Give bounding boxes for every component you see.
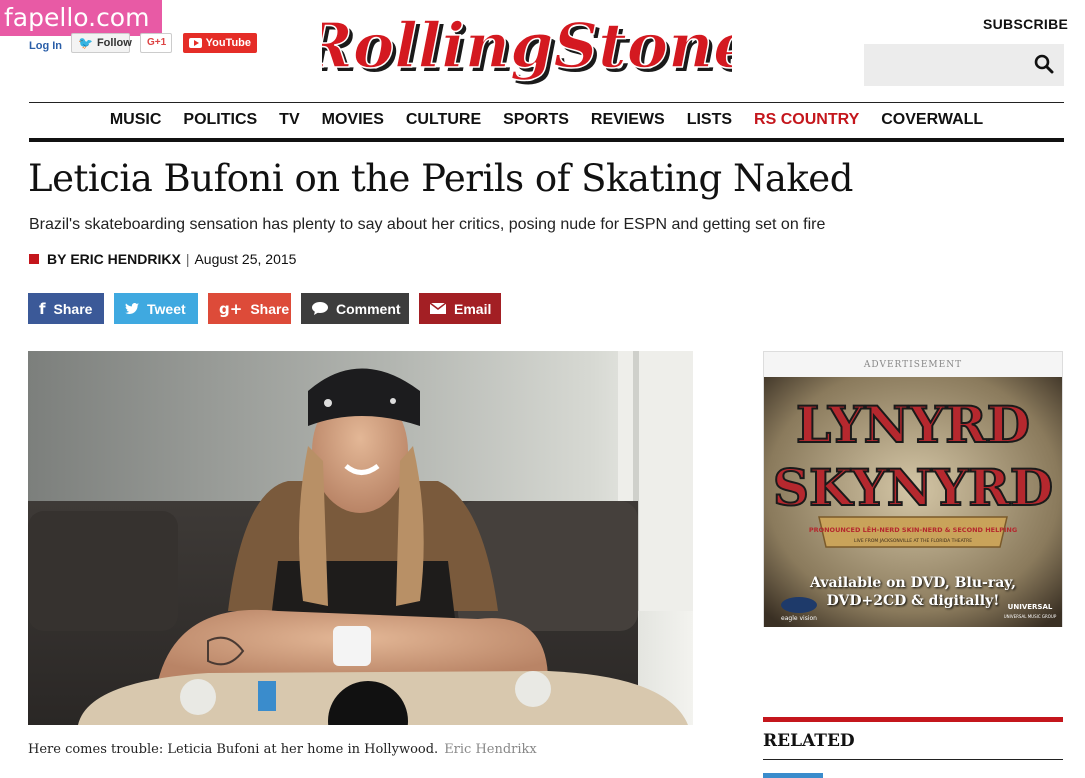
related-accent-bar xyxy=(763,717,1063,722)
site-logo[interactable]: RollingStone RollingStone xyxy=(299,3,757,89)
youtube-subscribe-button[interactable]: YouTube xyxy=(183,33,257,53)
youtube-icon xyxy=(189,38,202,48)
nav-item-rs-country[interactable]: RS COUNTRY xyxy=(743,103,870,139)
twitter-follow-button[interactable]: 🐦 Follow xyxy=(71,33,132,53)
twitter-follow-label: Follow xyxy=(96,37,132,49)
youtube-label: YouTube xyxy=(205,37,251,49)
nav-item-tv[interactable]: TV xyxy=(268,103,310,139)
byline: BY ERIC HENDRIKX | August 25, 2015 xyxy=(29,251,296,267)
email-share-button[interactable]: Email xyxy=(419,293,501,324)
image-caption: Here comes trouble: Leticia Bufoni at he… xyxy=(28,742,537,757)
watermark: fapello.com xyxy=(0,0,162,36)
nav-item-music[interactable]: MUSIC xyxy=(99,103,173,139)
main-nav: MUSIC POLITICS TV MOVIES CULTURE SPORTS … xyxy=(29,103,1064,139)
related-thumbnail[interactable] xyxy=(763,773,823,778)
caption-text: Here comes trouble: Leticia Bufoni at he… xyxy=(28,742,439,757)
nav-item-politics[interactable]: POLITICS xyxy=(172,103,268,139)
svg-text:SKYNYRD: SKYNYRD xyxy=(773,458,1053,517)
ad-label: ADVERTISEMENT xyxy=(863,360,963,370)
facebook-icon: f xyxy=(39,299,46,318)
advertisement[interactable]: ADVERTISEMENT LYNYRD SKYNYRD PRONOUNCED … xyxy=(763,351,1063,627)
byline-prefix: BY xyxy=(47,251,67,267)
svg-text:RollingStone: RollingStone xyxy=(322,9,732,82)
article-headline: Leticia Bufoni on the Perils of Skating … xyxy=(28,157,853,200)
comment-button[interactable]: Comment xyxy=(301,293,409,324)
comment-label: Comment xyxy=(336,300,401,317)
ad-availability-line-2: DVD+2CD & digitally! xyxy=(826,593,1000,609)
envelope-icon xyxy=(430,303,446,314)
nav-item-movies[interactable]: MOVIES xyxy=(311,103,395,139)
nav-item-lists[interactable]: LISTS xyxy=(676,103,743,139)
search-input[interactable] xyxy=(864,44,1064,86)
email-share-label: Email xyxy=(454,300,492,317)
related-heading: RELATED xyxy=(763,731,855,751)
facebook-share-label: Share xyxy=(53,300,93,317)
article-date: August 25, 2015 xyxy=(194,251,297,267)
svg-text:PRONOUNCED LĔH-NERD SKIN-NERD: PRONOUNCED LĔH-NERD SKIN-NERD & SECOND H… xyxy=(809,525,1017,534)
photo-credit: Eric Hendrikx xyxy=(444,742,537,757)
google-plus-one-button[interactable]: G+1 xyxy=(140,33,172,53)
nav-divider-bottom xyxy=(29,138,1064,142)
twitter-icon xyxy=(125,302,139,314)
search-icon[interactable] xyxy=(1034,54,1054,74)
googleplus-share-label: Share xyxy=(250,300,290,317)
ad-creative[interactable]: LYNYRD SKYNYRD PRONOUNCED LĔH-NERD SKIN-… xyxy=(764,377,1062,627)
svg-text:UNIVERSAL MUSIC GROUP: UNIVERSAL MUSIC GROUP xyxy=(1004,614,1057,619)
nav-item-reviews[interactable]: REVIEWS xyxy=(580,103,676,139)
nav-item-coverwall[interactable]: COVERWALL xyxy=(870,103,994,139)
article-hero-image xyxy=(28,351,693,725)
googleplus-icon: g+ xyxy=(219,299,243,318)
byline-square-icon xyxy=(29,254,39,264)
nav-item-culture[interactable]: CULTURE xyxy=(395,103,492,139)
login-link[interactable]: Log In xyxy=(29,40,62,52)
facebook-share-button[interactable]: f Share xyxy=(28,293,104,324)
svg-text:eagle vision: eagle vision xyxy=(781,615,817,622)
svg-text:LIVE FROM JACKSONVILLE AT THE: LIVE FROM JACKSONVILLE AT THE FLORIDA TH… xyxy=(854,538,972,544)
twitter-tweet-button[interactable]: Tweet xyxy=(114,293,198,324)
nav-item-sports[interactable]: SPORTS xyxy=(492,103,580,139)
twitter-tweet-label: Tweet xyxy=(147,300,186,317)
article-dek: Brazil's skateboarding sensation has ple… xyxy=(29,216,826,233)
related-divider xyxy=(763,759,1063,760)
ad-availability-line-1: Available on DVD, Blu-ray, xyxy=(810,575,1016,591)
ad-availability-text: Available on DVD, Blu-ray, DVD+2CD & dig… xyxy=(764,574,1062,610)
author-link[interactable]: ERIC HENDRIKX xyxy=(70,251,180,267)
subscribe-link[interactable]: SUBSCRIBE xyxy=(983,16,1068,32)
comment-bubble-icon xyxy=(312,302,328,315)
googleplus-share-button[interactable]: g+ Share xyxy=(208,293,291,324)
byline-separator: | xyxy=(185,251,190,267)
svg-text:LYNYRD: LYNYRD xyxy=(796,395,1030,454)
twitter-icon: 🐦 xyxy=(78,36,93,50)
